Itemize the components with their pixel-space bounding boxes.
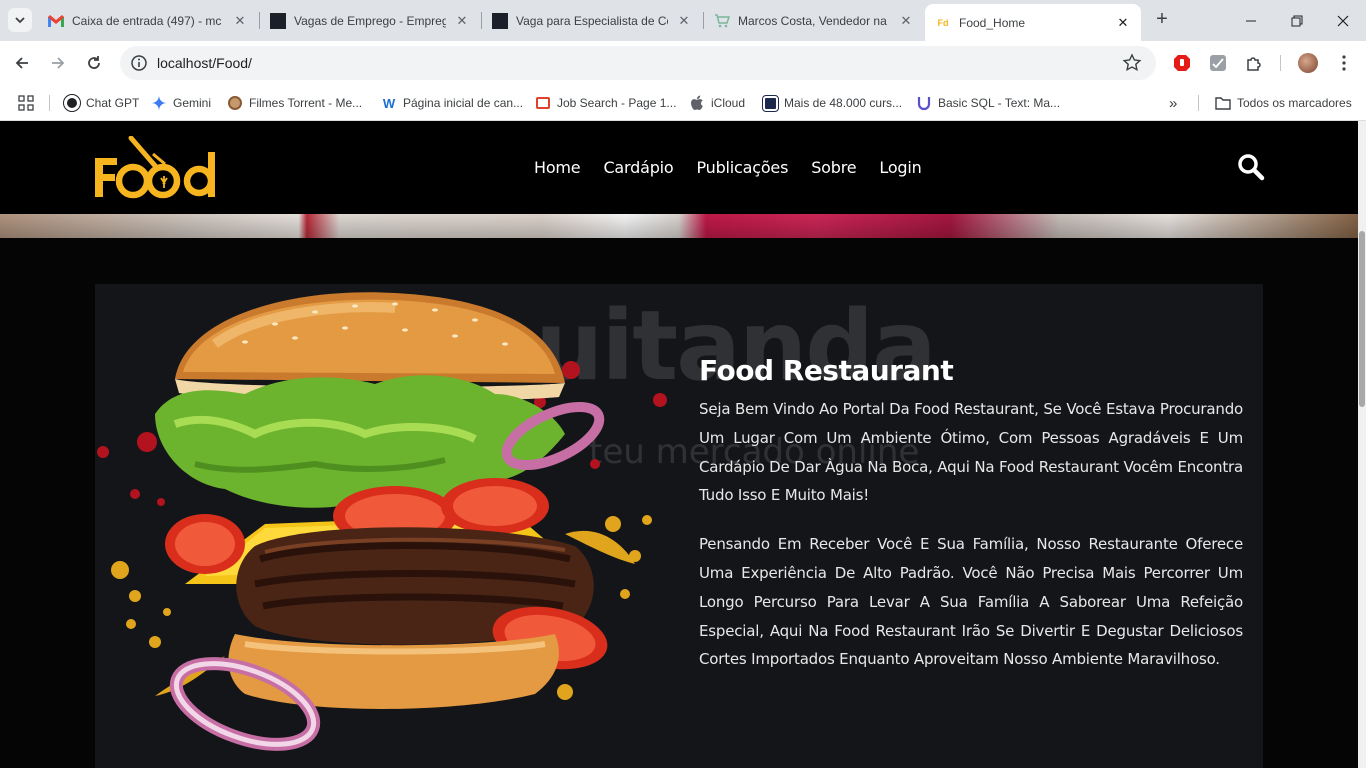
close-icon [1337, 15, 1349, 26]
forward-button[interactable] [44, 49, 72, 77]
bookmark-label: Job Search - Page 1... [557, 96, 677, 110]
folder-icon [1215, 95, 1231, 111]
about-title: Food Restaurant [699, 354, 954, 387]
bookmark-cursos[interactable]: Mais de 48.000 curs... [761, 93, 903, 113]
tab-title: Vaga para Especialista de Co [516, 13, 668, 28]
bookmark-label: Mais de 48.000 curs... [784, 96, 903, 110]
minimize-icon [1246, 20, 1256, 21]
bookmark-chat-gpt[interactable]: Chat GPT [63, 93, 140, 113]
extension-check-icon[interactable] [1208, 53, 1228, 73]
all-bookmarks-button[interactable]: Todos os marcadores [1215, 93, 1352, 113]
tab-vagas[interactable]: Vagas de Emprego - Empreg ✕ [260, 6, 480, 35]
close-icon[interactable]: ✕ [898, 13, 914, 29]
search-icon[interactable] [1237, 153, 1265, 181]
page-scrollbar[interactable] [1358, 121, 1366, 768]
adblock-extension-icon[interactable] [1172, 53, 1192, 73]
hero-image-strip [0, 214, 1358, 238]
tab-title: Caixa de entrada (497) - mc [72, 13, 222, 28]
bookmark-basic-sql[interactable]: Basic SQL - Text: Ma... [916, 93, 1060, 113]
bookmark-label: Página inicial de can... [403, 96, 524, 110]
bookmark-job-search[interactable]: Job Search - Page 1... [535, 93, 676, 113]
tab-title: Marcos Costa, Vendedor na [738, 13, 887, 28]
nav-home[interactable]: Home [534, 158, 581, 177]
tab-food-home[interactable]: Fd Food_Home ✕ [925, 4, 1141, 41]
tab-vaga-especialista[interactable]: Vaga para Especialista de Co ✕ [482, 6, 702, 35]
gemini-icon [151, 95, 167, 111]
close-icon[interactable]: ✕ [454, 13, 470, 29]
food-logo[interactable] [93, 136, 219, 200]
page-scrollbar-thumb[interactable] [1359, 231, 1365, 407]
address-bar[interactable]: localhost/Food/ [120, 46, 1156, 80]
about-text: Food Restaurant Seja Bem Vindo Ao Portal… [699, 354, 1243, 694]
food-favicon: Fd [937, 17, 949, 28]
bookmark-label: Gemini [173, 96, 212, 110]
browser-toolbar: localhost/Food/ [0, 41, 1366, 85]
bookmarks-bar: Chat GPT Gemini Filmes Torrent - Me... W… [0, 85, 1366, 121]
chatgpt-icon [63, 94, 81, 112]
site-info-icon[interactable] [130, 54, 148, 72]
u-icon [916, 95, 932, 111]
about-section: uitanda teu mercado online Food Restaura… [0, 238, 1358, 768]
url-text[interactable]: localhost/Food/ [157, 55, 252, 71]
about-card: uitanda teu mercado online Food Restaura… [95, 284, 1263, 768]
reload-icon [88, 56, 100, 69]
torrent-icon [227, 95, 243, 111]
star-icon[interactable] [1122, 53, 1142, 73]
close-icon[interactable]: ✕ [232, 13, 248, 29]
about-paragraph-2: Pensando Em Receber Você E Sua Família, … [699, 535, 1243, 669]
restore-icon [1291, 15, 1303, 26]
close-icon[interactable]: ✕ [1115, 15, 1131, 31]
apple-icon [689, 95, 705, 111]
tab-gmail[interactable]: Caixa de entrada (497) - mc ✕ [38, 6, 258, 35]
nav-sobre[interactable]: Sobre [811, 158, 856, 177]
bookmark-pagina-inicial[interactable]: W Página inicial de can... [381, 93, 523, 113]
main-nav: Home Cardápio Publicações Sobre Login [534, 158, 945, 177]
course-icon [761, 94, 779, 112]
about-paragraph-1: Seja Bem Vindo Ao Portal Da Food Restaur… [699, 400, 1243, 505]
nav-login[interactable]: Login [879, 158, 921, 177]
bookmarks-overflow-button[interactable]: » [1169, 93, 1177, 113]
bookmark-label: Chat GPT [86, 96, 140, 110]
apps-grid-icon [18, 95, 34, 111]
tab-title: Food_Home [959, 15, 1026, 30]
tab-title: Vagas de Emprego - Empreg [294, 13, 446, 28]
w-icon: W [382, 95, 396, 111]
bookmark-label: iCloud [711, 96, 746, 110]
tab-strip: Caixa de entrada (497) - mc ✕ Vagas de E… [0, 0, 1366, 41]
tab-marcos[interactable]: Marcos Costa, Vendedor na ✕ [704, 6, 924, 35]
back-button[interactable] [8, 49, 36, 77]
extensions-puzzle-icon[interactable] [1244, 53, 1264, 73]
site-header: Home Cardápio Publicações Sobre Login [0, 121, 1358, 214]
apps-grid-button[interactable] [18, 93, 34, 113]
arrow-right-icon [52, 57, 65, 69]
gmail-icon [48, 13, 64, 29]
menu-kebab-icon[interactable] [1334, 53, 1354, 73]
chevron-down-icon [15, 17, 25, 24]
close-window-button[interactable] [1320, 0, 1366, 41]
new-tab-button[interactable]: + [1150, 8, 1174, 32]
nav-publicacoes[interactable]: Publicações [696, 158, 788, 177]
site-dark-icon [270, 12, 286, 29]
restore-button[interactable] [1274, 0, 1320, 41]
overflow-label: » [1169, 94, 1178, 112]
arrow-left-icon [15, 57, 28, 69]
burger-image [97, 292, 667, 751]
bookmark-gemini[interactable]: Gemini [151, 93, 211, 113]
cart-icon [714, 13, 730, 29]
close-icon[interactable]: ✕ [676, 13, 692, 29]
site-dark-icon [492, 12, 508, 29]
nav-cardapio[interactable]: Cardápio [603, 158, 673, 177]
job-icon [535, 95, 551, 111]
bookmark-icloud[interactable]: iCloud [689, 93, 745, 113]
reload-button[interactable] [80, 49, 108, 77]
tab-search-button[interactable] [8, 8, 32, 32]
all-bookmarks-label: Todos os marcadores [1237, 96, 1352, 110]
bookmark-filmes-torrent[interactable]: Filmes Torrent - Me... [227, 93, 362, 113]
bookmark-label: Basic SQL - Text: Ma... [938, 96, 1061, 110]
profile-avatar[interactable] [1298, 53, 1318, 73]
minimize-button[interactable] [1228, 0, 1274, 41]
bookmark-label: Filmes Torrent - Me... [249, 96, 363, 110]
